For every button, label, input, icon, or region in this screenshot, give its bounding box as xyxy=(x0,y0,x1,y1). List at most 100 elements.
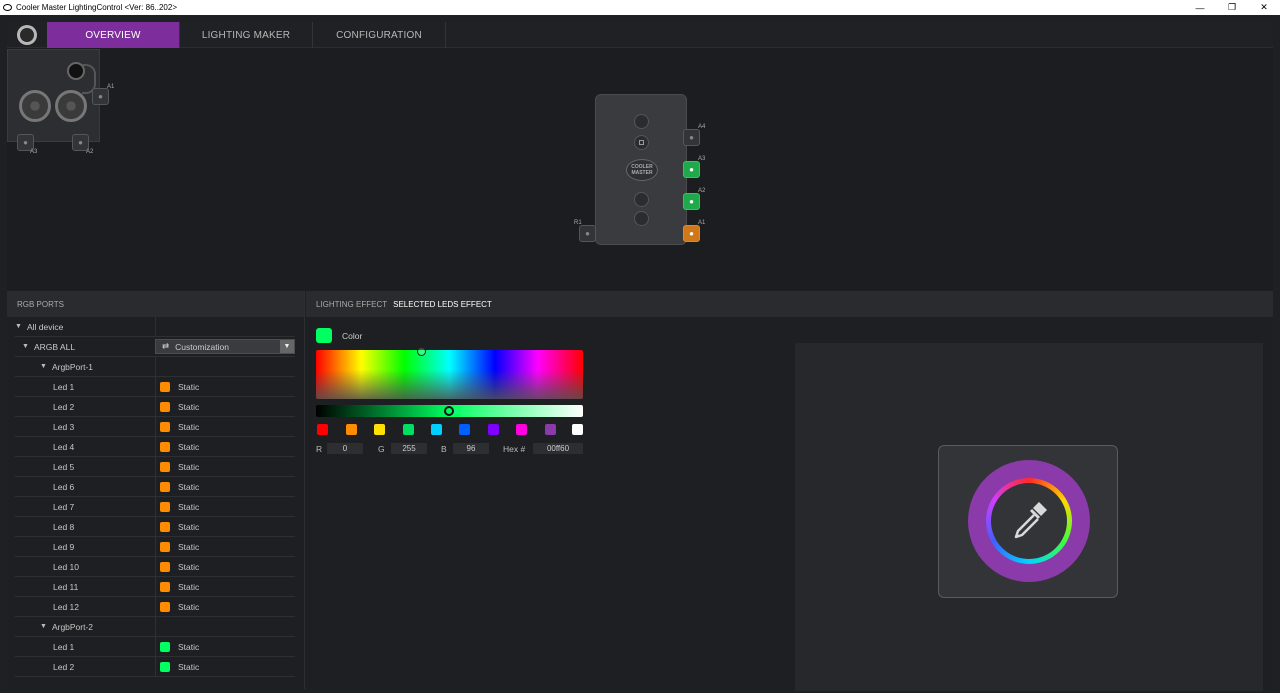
led-row[interactable]: Led 1 Static xyxy=(15,636,295,657)
led-effect-label: Static xyxy=(178,661,200,672)
maximize-button[interactable]: ❐ xyxy=(1216,0,1248,15)
led-row[interactable]: Led 7 Static xyxy=(15,496,295,517)
led-row[interactable]: Led 6 Static xyxy=(15,476,295,497)
caret-down-icon[interactable]: ▼ xyxy=(40,363,47,370)
preset-color-swatch[interactable] xyxy=(516,424,527,435)
hex-input[interactable]: 00ff60 xyxy=(533,443,583,454)
port-a2-bulb-icon[interactable]: ● xyxy=(683,193,700,210)
hex-label: Hex # xyxy=(503,444,526,454)
tab-lighting-maker[interactable]: LIGHTING MAKER xyxy=(180,22,313,48)
preset-color-swatch[interactable] xyxy=(374,424,385,435)
cooler-device-thumbnail[interactable]: ● A1 ● A3 ● A2 xyxy=(7,49,114,155)
window-title: Cooler Master LightingControl <Ver: 86..… xyxy=(16,3,177,12)
color-spectrum[interactable] xyxy=(316,347,583,399)
brightness-handle[interactable] xyxy=(444,406,454,416)
close-button[interactable]: ✕ xyxy=(1248,0,1280,15)
device-overview-area: ● A1 ● A3 ● A2 COOLER MASTER ● A4 ● A3 ●… xyxy=(7,48,1273,291)
led-color-swatch[interactable] xyxy=(160,421,170,432)
eyedropper-button[interactable] xyxy=(938,445,1118,598)
tree-row-port[interactable]: ▼ ArgbPort-2 xyxy=(15,616,295,637)
port-label: R1 xyxy=(574,220,582,226)
preset-color-swatch[interactable] xyxy=(403,424,414,435)
minimize-button[interactable]: — xyxy=(1184,0,1216,15)
tree-label: All device xyxy=(26,321,64,332)
led-effect-label: Static xyxy=(178,481,200,492)
led-row[interactable]: Led 9 Static xyxy=(15,536,295,557)
bottom-panel: RGB PORTS ▼ All device ▼ ARGB ALL ⇄ Custom… xyxy=(7,291,1273,691)
tree-row-port[interactable]: ▼ ArgbPort-1 xyxy=(15,356,295,377)
caret-down-icon[interactable]: ▼ xyxy=(15,323,22,330)
effect-mode-dropdown[interactable]: ⇄ Customization ▼ xyxy=(155,339,295,354)
r-input[interactable]: 0 xyxy=(327,443,363,454)
led-row[interactable]: Led 10 Static xyxy=(15,556,295,577)
spectrum-handle[interactable] xyxy=(417,347,426,356)
led-row[interactable]: Led 1 Static xyxy=(15,376,295,397)
preset-color-swatch[interactable] xyxy=(346,424,357,435)
led-color-swatch[interactable] xyxy=(160,561,170,572)
led-row[interactable]: Led 11 Static xyxy=(15,576,295,597)
led-effect-label: Static xyxy=(178,401,200,412)
tree-row-all-device[interactable]: ▼ All device xyxy=(15,316,295,337)
brightness-slider[interactable] xyxy=(316,405,583,417)
led-row[interactable]: Led 2 Static xyxy=(15,396,295,417)
led-color-swatch[interactable] xyxy=(160,501,170,512)
preset-color-swatch[interactable] xyxy=(459,424,470,435)
led-row[interactable]: Led 5 Static xyxy=(15,456,295,477)
led-color-swatch[interactable] xyxy=(160,401,170,412)
led-effect-label: Static xyxy=(178,641,200,652)
tab-configuration[interactable]: CONFIGURATION xyxy=(313,22,446,48)
led-row[interactable]: Led 8 Static xyxy=(15,516,295,537)
hub-mode-button xyxy=(634,135,649,150)
led-effect-label: Static xyxy=(178,441,200,452)
led-row[interactable]: Led 4 Static xyxy=(15,436,295,457)
led-effect-label: Static xyxy=(178,381,200,392)
led-effect-label: Static xyxy=(178,421,200,432)
lighting-effect-label: LIGHTING EFFECT xyxy=(316,299,388,309)
top-navigation: OVERVIEW LIGHTING MAKER CONFIGURATION xyxy=(7,22,1273,48)
led-label: Led 6 xyxy=(53,481,75,492)
port-a4-bulb-icon[interactable]: ● xyxy=(683,129,700,146)
tab-overview[interactable]: OVERVIEW xyxy=(47,22,180,48)
port-a3-bulb-icon[interactable]: ● xyxy=(683,161,700,178)
led-color-swatch[interactable] xyxy=(160,581,170,592)
port-a1-bulb-icon[interactable]: ● xyxy=(683,225,700,242)
led-row[interactable]: Led 2 Static xyxy=(15,656,295,677)
chevron-down-icon[interactable]: ▼ xyxy=(280,340,294,353)
app-icon xyxy=(3,4,12,11)
led-color-swatch[interactable] xyxy=(160,381,170,392)
preset-color-swatch[interactable] xyxy=(431,424,442,435)
led-label: Led 4 xyxy=(53,441,75,452)
led-color-swatch[interactable] xyxy=(160,481,170,492)
led-color-swatch[interactable] xyxy=(160,541,170,552)
led-color-swatch[interactable] xyxy=(160,641,170,652)
led-effect-label: Static xyxy=(178,561,200,572)
port-label: A2 xyxy=(698,188,706,194)
led-color-swatch[interactable] xyxy=(160,461,170,472)
tree-label: ArgbPort-1 xyxy=(51,361,94,372)
led-color-swatch[interactable] xyxy=(160,661,170,672)
preset-color-swatch[interactable] xyxy=(317,424,328,435)
led-row[interactable]: Led 12 Static xyxy=(15,596,295,617)
led-color-swatch[interactable] xyxy=(160,601,170,612)
preset-color-swatch[interactable] xyxy=(488,424,499,435)
preset-color-swatch[interactable] xyxy=(545,424,556,435)
tree-row-argb-all[interactable]: ▼ ARGB ALL ⇄ Customization ▼ xyxy=(15,337,295,357)
preset-color-swatch[interactable] xyxy=(572,424,583,435)
g-input[interactable]: 255 xyxy=(391,443,427,454)
led-label: Led 1 xyxy=(53,381,75,392)
led-color-swatch[interactable] xyxy=(160,441,170,452)
port-label: A1 xyxy=(107,84,115,90)
tree-label: ARGB ALL xyxy=(33,341,76,352)
cooler-master-logo[interactable] xyxy=(7,22,47,48)
led-row[interactable]: Led 3 Static xyxy=(15,416,295,437)
caret-down-icon[interactable]: ▼ xyxy=(22,343,29,350)
b-input[interactable]: 96 xyxy=(453,443,489,454)
lighting-effect-header: LIGHTING EFFECT SELECTED LEDS EFFECT xyxy=(306,291,1273,317)
caret-down-icon[interactable]: ▼ xyxy=(40,623,47,630)
led-effect-label: Static xyxy=(178,521,200,532)
led-color-swatch[interactable] xyxy=(160,521,170,532)
led-effect-label: Static xyxy=(178,541,200,552)
bulb-icon[interactable]: ● xyxy=(92,88,109,105)
port-r1-bulb-icon[interactable]: ● xyxy=(579,225,596,242)
led-label: Led 5 xyxy=(53,461,75,472)
